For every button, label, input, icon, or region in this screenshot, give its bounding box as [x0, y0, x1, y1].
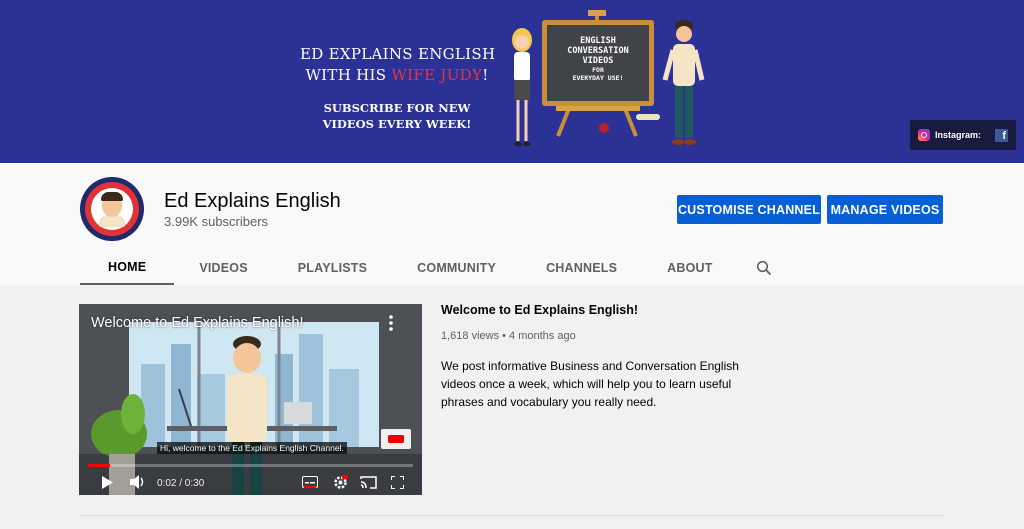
subtitles-icon[interactable] — [301, 473, 319, 491]
banner-illustration — [512, 10, 705, 146]
play-icon[interactable] — [99, 473, 115, 491]
video-time: 0:02 / 0:30 — [157, 478, 205, 489]
subscriber-count: 3.99K subscribers — [164, 214, 269, 229]
video-progress-bar[interactable] — [88, 464, 413, 467]
featured-video-meta: 1,618 views • 4 months ago — [441, 330, 576, 342]
video-caption: Hi, welcome to the Ed Explains English C… — [157, 442, 347, 454]
customise-channel-button[interactable]: CUSTOMISE CHANNEL — [677, 195, 821, 224]
manage-videos-button[interactable]: MANAGE VIDEOS — [827, 195, 943, 224]
banner-social-links: Instagram: f — [910, 120, 1016, 150]
volume-icon[interactable] — [129, 473, 147, 491]
facebook-icon[interactable]: f — [995, 128, 1008, 142]
settings-gear-icon[interactable] — [331, 473, 349, 491]
instagram-icon[interactable] — [918, 129, 930, 141]
banner-title: ED EXPLAINS ENGLISH WITH HIS WIFE JUDY! — [300, 44, 496, 86]
channel-tabs: HOME VIDEOS PLAYLISTS COMMUNITY CHANNELS… — [80, 251, 784, 285]
video-progress-fill — [88, 464, 110, 467]
avatar[interactable] — [80, 177, 144, 241]
banner-highlight: WIFE JUDY — [391, 66, 483, 84]
more-options-icon[interactable] — [385, 314, 397, 332]
tab-videos[interactable]: VIDEOS — [174, 251, 272, 285]
tab-playlists[interactable]: PLAYLISTS — [273, 251, 392, 285]
tab-channels[interactable]: CHANNELS — [521, 251, 642, 285]
cast-icon[interactable] — [358, 473, 378, 491]
banner-subtitle: SUBSCRIBE FOR NEW VIDEOS EVERY WEEK! — [322, 101, 472, 131]
channel-header: Ed Explains English 3.99K subscribers CU… — [0, 163, 1024, 285]
subscribe-watermark-icon[interactable] — [381, 429, 411, 449]
featured-video-player[interactable]: Welcome to Ed Explains English! Hi, welc… — [79, 304, 422, 495]
featured-video-description: We post informative Business and Convers… — [441, 359, 739, 409]
chalkboard-text: ENGLISH CONVERSATION VIDEOS FOR EVERYDAY… — [567, 36, 629, 82]
section-divider — [80, 515, 944, 516]
fullscreen-icon[interactable] — [388, 473, 406, 491]
tab-home[interactable]: HOME — [80, 251, 175, 285]
banner-title-line1: ED EXPLAINS ENGLISH — [300, 45, 496, 63]
featured-video-title[interactable]: Welcome to Ed Explains English! — [441, 303, 638, 317]
tab-community[interactable]: COMMUNITY — [392, 251, 521, 285]
search-icon[interactable] — [744, 251, 784, 285]
video-controls: 0:02 / 0:30 — [79, 469, 422, 495]
instagram-label[interactable]: Instagram: — [935, 130, 981, 140]
tab-about[interactable]: ABOUT — [642, 251, 737, 285]
channel-name: Ed Explains English — [164, 190, 341, 212]
banner-title-line2: WITH HIS WIFE JUDY! — [305, 66, 489, 84]
video-overlay-title[interactable]: Welcome to Ed Explains English! — [91, 315, 304, 331]
channel-banner: ED EXPLAINS ENGLISH WITH HIS WIFE JUDY! … — [0, 0, 1024, 163]
